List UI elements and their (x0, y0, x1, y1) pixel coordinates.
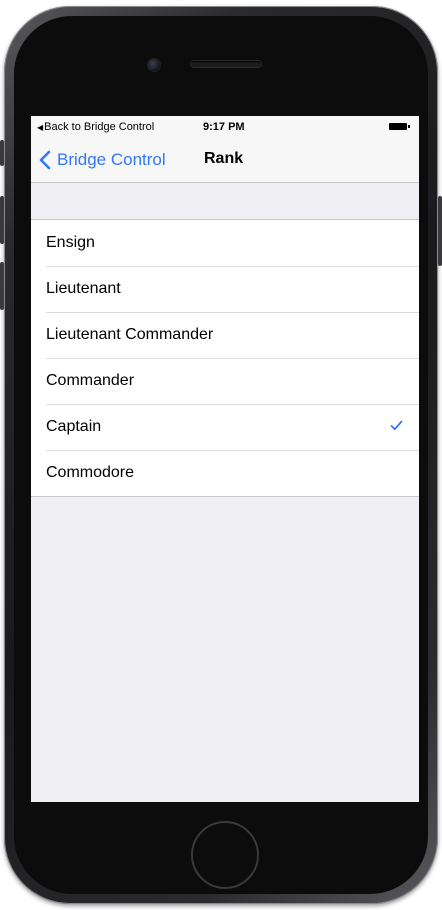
mute-switch (0, 140, 4, 166)
device-frame-stage: ◀Back to Bridge Control 9:17 PM Bridge C… (0, 0, 442, 910)
rank-option-label: Lieutenant (46, 280, 121, 297)
rank-option-lieutenant-commander[interactable]: Lieutenant Commander (31, 312, 419, 358)
page-title: Rank (204, 150, 244, 167)
status-bar: ◀Back to Bridge Control 9:17 PM (31, 116, 419, 138)
back-button[interactable]: Bridge Control (39, 148, 166, 172)
rank-option-label: Lieutenant Commander (46, 326, 214, 343)
rank-option-commander[interactable]: Commander (31, 358, 419, 404)
rank-option-label: Ensign (46, 234, 95, 251)
status-back-to-app[interactable]: ◀Back to Bridge Control (37, 121, 154, 133)
rank-option-ensign[interactable]: Ensign (31, 220, 419, 266)
checkmark-icon (390, 420, 403, 431)
rank-option-label: Captain (46, 418, 102, 435)
rank-option-label: Commander (46, 372, 135, 389)
battery-icon (389, 123, 410, 130)
back-button-label: Bridge Control (57, 150, 166, 169)
rank-list: Ensign Lieutenant Lieutenant Commander Comm… (31, 219, 419, 497)
earpiece-speaker (191, 61, 261, 67)
status-time: 9:17 PM (203, 121, 245, 133)
rank-option-label: Commodore (46, 464, 135, 481)
rank-option-captain[interactable]: Captain (31, 404, 419, 450)
screen: ◀Back to Bridge Control 9:17 PM Bridge C… (31, 116, 419, 802)
home-button[interactable] (191, 821, 259, 889)
front-camera-icon (148, 59, 160, 71)
rank-option-lieutenant[interactable]: Lieutenant (31, 266, 419, 312)
power-button (438, 196, 442, 266)
navigation-bar: Bridge Control Rank (31, 138, 419, 183)
back-triangle-icon: ◀ (37, 123, 44, 132)
status-back-label: Back to Bridge Control (44, 121, 155, 133)
rank-option-commodore[interactable]: Commodore (31, 450, 419, 496)
chevron-left-icon (39, 150, 51, 170)
volume-up-button (0, 196, 4, 244)
volume-down-button (0, 262, 4, 310)
